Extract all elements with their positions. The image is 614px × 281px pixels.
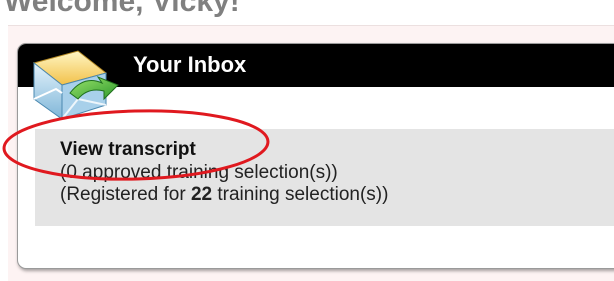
inbox-envelope-icon xyxy=(32,50,119,120)
approved-suffix: approved training selection(s)) xyxy=(76,162,338,183)
registered-selections-text: (Registered for 22 training selection(s)… xyxy=(60,184,388,206)
approved-selections-text: (0 approved training selection(s)) xyxy=(60,162,338,184)
inbox-title: Your Inbox xyxy=(133,52,247,77)
welcome-heading: Welcome, Vicky! xyxy=(4,0,240,18)
transcript-section: View transcript (0 approved training sel… xyxy=(35,129,614,226)
registered-suffix: training selection(s)) xyxy=(212,184,389,205)
view-transcript-link[interactable]: View transcript xyxy=(60,139,196,161)
approved-count: 0 xyxy=(66,162,77,183)
registered-count: 22 xyxy=(190,184,213,205)
registered-prefix: (Registered for xyxy=(60,184,191,205)
